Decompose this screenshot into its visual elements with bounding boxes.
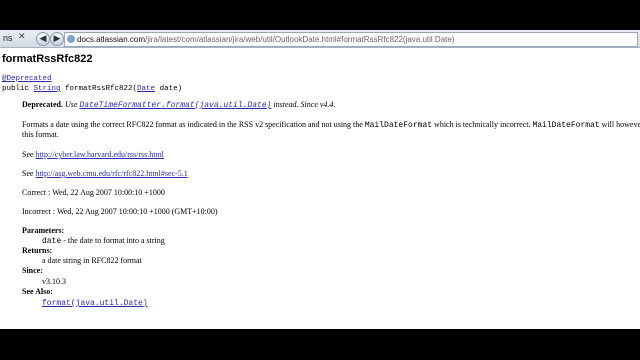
desc-text-a: Formats a date using the correct RFC822 … bbox=[22, 120, 365, 129]
incorrect-example: Incorrect : Wed, 22 Aug 2007 10:00:10 +1… bbox=[22, 207, 218, 216]
string-type-link[interactable]: String bbox=[34, 85, 61, 93]
deprecation-note: Deprecated. Use DateTimeFormatter.format… bbox=[22, 100, 335, 110]
see-also-label: See Also: bbox=[22, 287, 53, 296]
correct-example: Correct : Wed, 22 Aug 2007 10:00:10 +100… bbox=[22, 188, 165, 197]
rss-spec-link[interactable]: http://cyber.law.harvard.edu/rss/rss.htm… bbox=[36, 150, 164, 159]
see-prefix-1: See bbox=[22, 150, 36, 159]
back-button[interactable]: ◀ bbox=[36, 32, 50, 46]
deprecated-label: Deprecated. bbox=[22, 100, 63, 109]
close-icon[interactable]: ✕ bbox=[18, 33, 27, 42]
description-line-2: this format. bbox=[22, 130, 59, 139]
tab-label[interactable]: ns bbox=[3, 33, 13, 43]
date-type-link[interactable]: Date bbox=[137, 85, 155, 93]
signature-suffix: date) bbox=[155, 85, 183, 93]
description-line-1: Formats a date using the correct RFC822 … bbox=[22, 120, 640, 130]
see-rss-spec: See http://cyber.law.harvard.edu/rss/rss… bbox=[22, 150, 164, 159]
returns-desc: a date string in RFC822 format bbox=[42, 256, 142, 265]
see-prefix-2: See bbox=[22, 169, 36, 178]
deprecated-use: Use bbox=[64, 100, 80, 109]
letterbox-bottom bbox=[0, 329, 640, 360]
param-name: date bbox=[42, 237, 62, 246]
rfc822-link[interactable]: http://asg.web.cmu.edu/rfc/rfc822.html#s… bbox=[36, 169, 188, 178]
back-arrow-icon: ◀ bbox=[39, 34, 47, 44]
letterbox-top bbox=[0, 0, 640, 30]
deprecated-annotation-link[interactable]: @Deprecated bbox=[2, 75, 52, 83]
globe-icon bbox=[67, 35, 75, 43]
method-signature: @Deprecated public String formatRssRfc82… bbox=[2, 74, 182, 94]
address-bar[interactable]: docs.atlassian.com/jira/latest/com/atlas… bbox=[64, 32, 638, 47]
signature-mid: formatRssRfc822( bbox=[60, 85, 138, 93]
datetimeformatter-link[interactable]: DateTimeFormatter.format(java.util.Date) bbox=[79, 101, 271, 110]
maildateformat-code-2: MailDateFormat bbox=[532, 121, 600, 130]
desc-text-c: will however parse bbox=[601, 120, 640, 129]
since-label: Since: bbox=[22, 266, 43, 275]
parameter-item: date - the date to format into a string bbox=[42, 236, 165, 246]
page-viewport[interactable]: formatRssRfc822 @Deprecated public Strin… bbox=[0, 48, 640, 329]
format-date-link[interactable]: format(java.util.Date) bbox=[42, 299, 148, 308]
signature-prefix: public bbox=[2, 85, 34, 93]
returns-label: Returns: bbox=[22, 246, 53, 255]
method-title: formatRssRfc822 bbox=[2, 53, 93, 65]
url-host: docs.atlassian.com bbox=[77, 35, 146, 44]
parameters-label: Parameters: bbox=[22, 226, 65, 235]
forward-button[interactable]: ▶ bbox=[50, 32, 64, 46]
url-path: /jira/latest/com/atlassian/jira/web/util… bbox=[145, 35, 455, 44]
since-value: v3.10.3 bbox=[42, 277, 66, 286]
deprecated-tail: instead. Since v4.4. bbox=[271, 100, 336, 109]
browser-toolbar: ns ✕ ◀ ▶ docs.atlassian.com/jira/latest/… bbox=[0, 30, 640, 48]
desc-text-b: which is technically incorrect. bbox=[432, 120, 533, 129]
see-also-item: format(java.util.Date) bbox=[42, 298, 148, 308]
forward-arrow-icon: ▶ bbox=[53, 34, 61, 44]
param-desc: - the date to format into a string bbox=[61, 236, 165, 245]
see-rfc822: See http://asg.web.cmu.edu/rfc/rfc822.ht… bbox=[22, 169, 188, 178]
maildateformat-code-1: MailDateFormat bbox=[364, 121, 433, 130]
